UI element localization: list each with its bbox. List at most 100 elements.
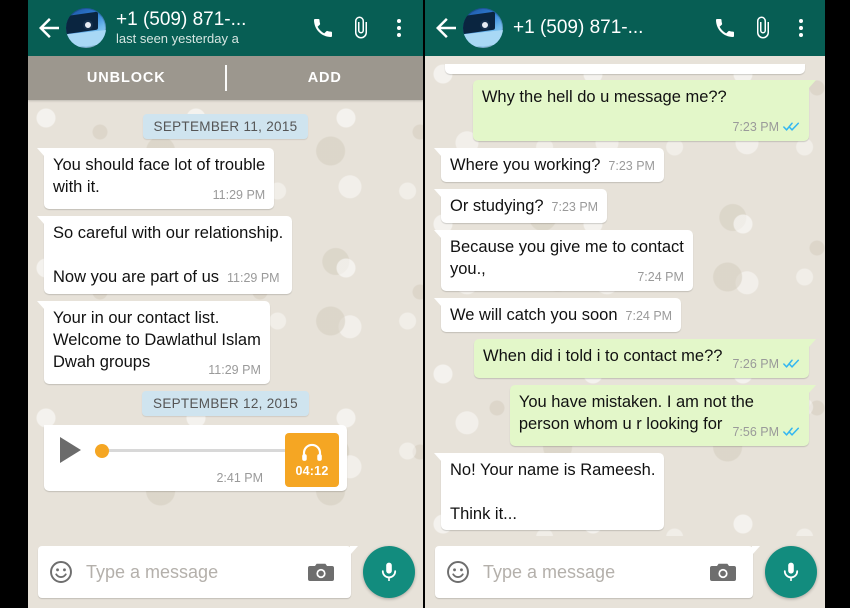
paperclip-icon[interactable] xyxy=(349,16,373,40)
message-row: So careful with our relationship. Now yo… xyxy=(36,216,414,294)
message-input-wrap[interactable]: Type a message xyxy=(435,546,760,598)
incoming-message-bubble[interactable]: You should face lot of trouble with it. 1… xyxy=(36,148,275,209)
message-timestamp: 11:29 PM xyxy=(212,188,266,202)
message-row: We will catch you soon 7:24 PM xyxy=(433,297,816,332)
message-row: Your in our contact list. Welcome to Daw… xyxy=(37,301,414,384)
message-timestamp: 11:29 PM xyxy=(208,363,261,377)
incoming-message-bubble[interactable]: No! Your name is Rameesh. Think it... xyxy=(433,452,665,530)
outgoing-message-bubble[interactable]: When did i told i to contact me?? 7:26 PM xyxy=(474,338,816,378)
avatar[interactable] xyxy=(463,7,503,48)
phone-icon[interactable] xyxy=(713,16,737,40)
message-timestamp: 7:56 PM xyxy=(732,424,779,439)
message-timestamp: 7:24 PM xyxy=(625,308,673,323)
message-timestamp: 7:23 PM xyxy=(732,119,779,134)
message-meta: 11:29 PM xyxy=(208,359,261,381)
date-separator: SEPTEMBER 11, 2015 xyxy=(37,114,414,139)
date-separator: SEPTEMBER 12, 2015 xyxy=(37,391,414,416)
header-actions-left xyxy=(311,16,415,40)
whatsapp-chat-screen-left: +1 (509) 871-... last seen yesterday a U… xyxy=(28,0,423,608)
message-timestamp: 7:23 PM xyxy=(608,158,655,173)
avatar[interactable] xyxy=(66,8,106,48)
message-row: You should face lot of trouble with it. 1… xyxy=(36,148,414,209)
message-text: When did i told i to contact me?? xyxy=(483,346,723,365)
message-timestamp: 11:29 PM xyxy=(227,271,280,285)
voice-message-bubble[interactable]: 2:41 PM 04:12 xyxy=(44,425,347,491)
message-text: We will catch you soon xyxy=(450,305,618,324)
message-meta: 7:26 PM xyxy=(732,353,800,375)
incoming-message-bubble[interactable]: We will catch you soon 7:24 PM xyxy=(433,297,682,332)
message-row: Why the hell do u message me?? 7:23 PM xyxy=(434,79,817,141)
audio-duration: 04:12 xyxy=(295,464,329,478)
read-receipt-icon xyxy=(783,122,800,132)
message-meta: 7:23 PM xyxy=(732,116,800,138)
incoming-message-bubble[interactable]: So careful with our relationship. Now yo… xyxy=(36,216,293,294)
message-meta: 7:24 PM xyxy=(637,266,684,288)
message-timestamp: 7:26 PM xyxy=(732,356,779,371)
unblock-button[interactable]: UNBLOCK xyxy=(28,70,225,86)
headphones-icon: 04:12 xyxy=(285,433,339,487)
message-row: Or studying? 7:23 PM xyxy=(433,188,816,223)
message-timestamp: 7:23 PM xyxy=(551,199,599,214)
outgoing-message-bubble[interactable]: You have mistaken. I am not the person w… xyxy=(509,384,817,446)
message-meta: 7:23 PM xyxy=(552,196,599,218)
message-input-wrap[interactable]: Type a message xyxy=(38,546,358,598)
message-row: You have mistaken. I am not the person w… xyxy=(434,384,817,446)
message-list-right[interactable]: Why the hell do u message me?? 7:23 PM Whe… xyxy=(425,56,825,536)
composer-right: Type a message xyxy=(425,536,825,608)
divider xyxy=(224,65,227,91)
header-actions-right xyxy=(713,16,817,40)
incoming-message-bubble[interactable]: Or studying? 7:23 PM xyxy=(433,188,608,223)
message-meta: 11:29 PM xyxy=(227,267,280,289)
incoming-message-bubble[interactable]: Because you give me to contact you., 7:24… xyxy=(434,229,693,291)
composer-left: Type a message xyxy=(28,536,423,608)
partial-message-bubble xyxy=(445,63,805,74)
incoming-message-bubble[interactable]: Where you working? 7:23 PM xyxy=(434,147,664,182)
paperclip-icon[interactable] xyxy=(751,16,775,40)
header-titles[interactable]: +1 (509) 871-... last seen yesterday a xyxy=(116,9,311,47)
contact-name: +1 (509) 871-... xyxy=(513,17,644,39)
message-text: Where you working? xyxy=(450,155,601,174)
message-input-placeholder[interactable]: Type a message xyxy=(483,562,709,583)
back-arrow-icon[interactable] xyxy=(34,13,64,43)
play-icon[interactable] xyxy=(60,437,81,463)
header-titles[interactable]: +1 (509) 871-... xyxy=(513,17,713,38)
message-input-placeholder[interactable]: Type a message xyxy=(86,562,307,583)
overflow-menu-icon[interactable] xyxy=(387,16,411,40)
message-meta: 7:23 PM xyxy=(608,155,655,177)
emoji-smiley-icon[interactable] xyxy=(445,559,471,585)
date-chip-label: SEPTEMBER 12, 2015 xyxy=(142,391,309,416)
microphone-icon[interactable] xyxy=(765,546,817,598)
contact-name: +1 (509) 871-... xyxy=(116,9,247,30)
back-arrow-icon[interactable] xyxy=(431,13,461,43)
message-row: When did i told i to contact me?? 7:26 PM xyxy=(434,338,816,378)
message-row: Where you working? 7:23 PM xyxy=(434,147,816,182)
camera-icon[interactable] xyxy=(709,560,737,584)
message-text: No! Your name is Rameesh. Think it... xyxy=(450,460,656,523)
camera-icon[interactable] xyxy=(307,560,335,584)
read-receipt-icon xyxy=(783,427,800,437)
app-header-left: +1 (509) 871-... last seen yesterday a xyxy=(28,0,423,56)
emoji-smiley-icon[interactable] xyxy=(48,559,74,585)
seek-knob[interactable] xyxy=(95,444,109,458)
block-action-bar: UNBLOCK ADD xyxy=(28,56,423,100)
message-text: You have mistaken. I am not the person w… xyxy=(518,392,754,433)
app-header-right: +1 (509) 871-... xyxy=(425,0,825,56)
add-contact-button[interactable]: ADD xyxy=(227,70,424,86)
read-receipt-icon xyxy=(783,359,800,369)
microphone-icon[interactable] xyxy=(363,546,415,598)
outgoing-message-bubble[interactable]: Why the hell do u message me?? 7:23 PM xyxy=(472,79,817,141)
date-chip-label: SEPTEMBER 11, 2015 xyxy=(142,114,309,139)
screenshot-frame: +1 (509) 871-... last seen yesterday a U… xyxy=(0,0,850,608)
overflow-menu-icon[interactable] xyxy=(789,16,813,40)
message-meta: 7:24 PM xyxy=(626,305,673,327)
incoming-message-bubble[interactable]: Your in our contact list. Welcome to Daw… xyxy=(37,301,270,384)
message-text: Or studying? xyxy=(450,196,544,215)
message-row: 2:41 PM 04:12 xyxy=(37,425,414,491)
whatsapp-chat-screen-right: +1 (509) 871-... Why the hell do u messa… xyxy=(425,0,825,608)
phone-icon[interactable] xyxy=(311,16,335,40)
message-text: Why the hell do u message me?? xyxy=(481,87,727,106)
message-row: No! Your name is Rameesh. Think it... xyxy=(433,452,816,530)
contact-status: last seen yesterday a xyxy=(116,31,239,46)
message-list-left[interactable]: SEPTEMBER 11, 2015 You should face lot of… xyxy=(28,100,423,536)
message-meta: 7:56 PM xyxy=(732,421,800,443)
